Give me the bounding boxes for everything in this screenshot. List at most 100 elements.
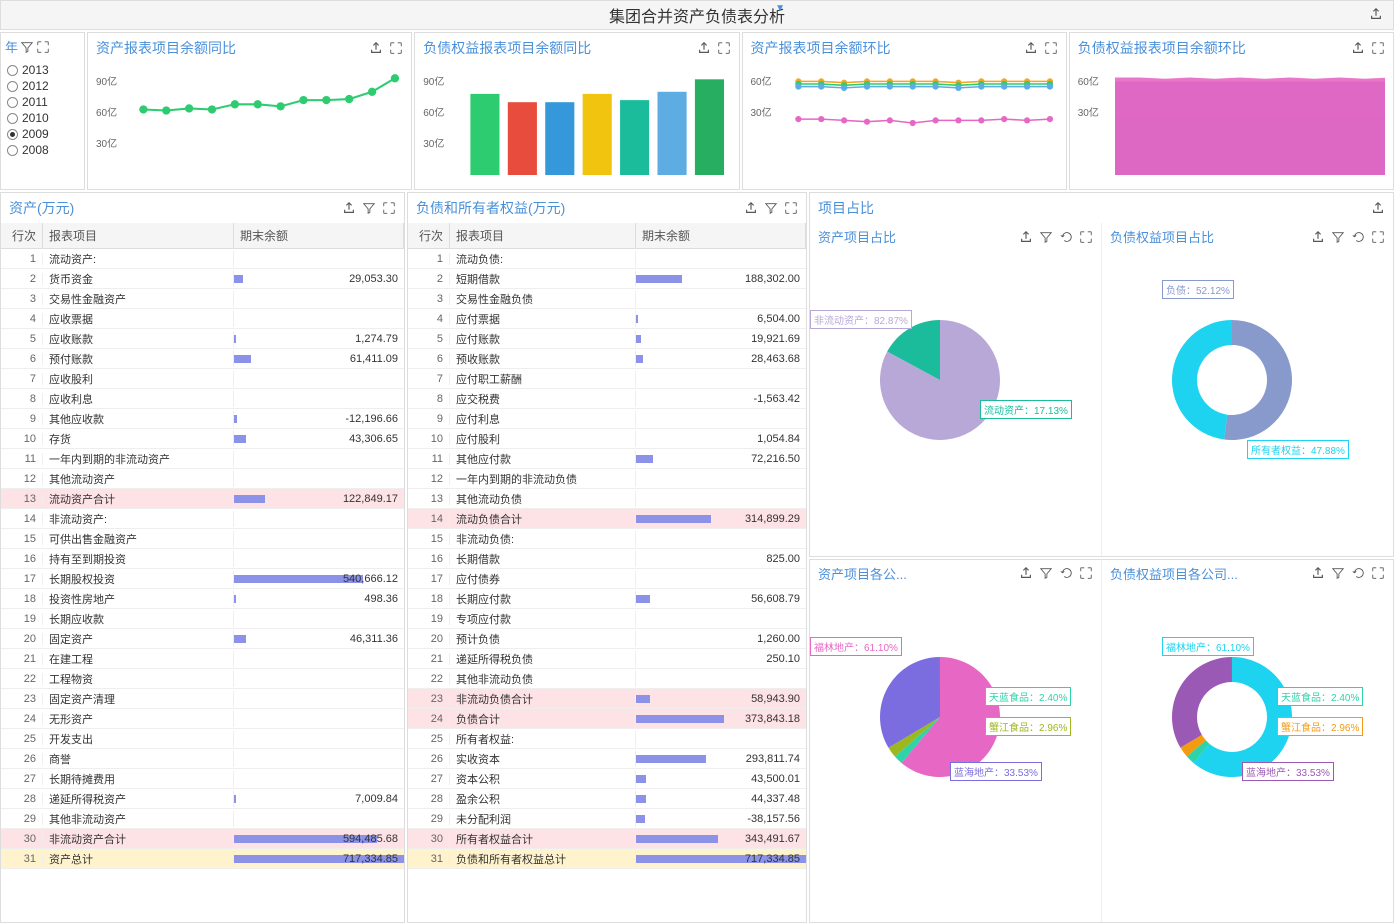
table-row[interactable]: 8 应收利息 xyxy=(1,389,404,409)
export-icon[interactable] xyxy=(744,201,758,215)
year-option[interactable]: 2010 xyxy=(7,110,78,126)
table-row[interactable]: 18 投资性房地产 498.36 xyxy=(1,589,404,609)
table-row[interactable]: 2 短期借款 188,302.00 xyxy=(408,269,806,289)
col-amount[interactable]: 期末余额 xyxy=(234,223,404,248)
expand-icon[interactable] xyxy=(784,201,798,215)
table-row[interactable]: 12 一年内到期的非流动负债 xyxy=(408,469,806,489)
table-row[interactable]: 31 负债和所有者权益总计 717,334.85 xyxy=(408,849,806,869)
export-icon[interactable] xyxy=(1019,230,1033,244)
table-row[interactable]: 25 所有者权益: xyxy=(408,729,806,749)
table-row[interactable]: 30 所有者权益合计 343,491.67 xyxy=(408,829,806,849)
expand-icon[interactable] xyxy=(1371,41,1385,55)
table-row[interactable]: 24 负债合计 373,843.18 xyxy=(408,709,806,729)
table-row[interactable]: 17 长期股权投资 540,666.12 xyxy=(1,569,404,589)
table-row[interactable]: 28 递延所得税资产 7,009.84 xyxy=(1,789,404,809)
filter-icon[interactable] xyxy=(362,201,376,215)
table-row[interactable]: 11 其他应付款 72,216.50 xyxy=(408,449,806,469)
col-amount[interactable]: 期末余额 xyxy=(636,223,806,248)
expand-icon[interactable] xyxy=(717,41,731,55)
radio-icon[interactable] xyxy=(7,145,18,156)
col-row[interactable]: 行次 xyxy=(408,223,450,248)
table-row[interactable]: 24 无形资产 xyxy=(1,709,404,729)
radio-icon[interactable] xyxy=(7,97,18,108)
export-icon[interactable] xyxy=(1311,566,1325,580)
table-row[interactable]: 29 其他非流动资产 xyxy=(1,809,404,829)
table-row[interactable]: 28 盈余公积 44,337.48 xyxy=(408,789,806,809)
col-row[interactable]: 行次 xyxy=(1,223,43,248)
export-icon[interactable] xyxy=(342,201,356,215)
undo-icon[interactable] xyxy=(1351,230,1365,244)
table-row[interactable]: 16 持有至到期投资 xyxy=(1,549,404,569)
table-row[interactable]: 27 资本公积 43,500.01 xyxy=(408,769,806,789)
table-row[interactable]: 8 应交税费 -1,563.42 xyxy=(408,389,806,409)
table-row[interactable]: 10 应付股利 1,054.84 xyxy=(408,429,806,449)
table-row[interactable]: 25 开发支出 xyxy=(1,729,404,749)
filter-icon[interactable] xyxy=(1039,566,1053,580)
table-row[interactable]: 9 应付利息 xyxy=(408,409,806,429)
table-row[interactable]: 23 固定资产清理 xyxy=(1,689,404,709)
filter-icon[interactable] xyxy=(1331,566,1345,580)
table-row[interactable]: 7 应收股利 xyxy=(1,369,404,389)
table-row[interactable]: 17 应付债券 xyxy=(408,569,806,589)
table-row[interactable]: 21 递延所得税负债 250.10 xyxy=(408,649,806,669)
table-row[interactable]: 4 应付票据 6,504.00 xyxy=(408,309,806,329)
table-row[interactable]: 14 非流动资产: xyxy=(1,509,404,529)
export-icon[interactable] xyxy=(1371,201,1385,215)
year-option[interactable]: 2009 xyxy=(7,126,78,142)
table-row[interactable]: 20 预计负债 1,260.00 xyxy=(408,629,806,649)
expand-icon[interactable] xyxy=(1079,566,1093,580)
table-row[interactable]: 2 货币资金 29,053.30 xyxy=(1,269,404,289)
export-icon[interactable] xyxy=(1019,566,1033,580)
year-option[interactable]: 2012 xyxy=(7,78,78,94)
table-row[interactable]: 10 存货 43,306.65 xyxy=(1,429,404,449)
radio-icon[interactable] xyxy=(7,113,18,124)
table-row[interactable]: 30 非流动资产合计 594,485.68 xyxy=(1,829,404,849)
expand-icon[interactable] xyxy=(389,41,403,55)
filter-icon[interactable] xyxy=(1039,230,1053,244)
table-row[interactable]: 13 其他流动负债 xyxy=(408,489,806,509)
table-row[interactable]: 1 流动资产: xyxy=(1,249,404,269)
col-item[interactable]: 报表项目 xyxy=(450,223,636,248)
table-row[interactable]: 15 非流动负债: xyxy=(408,529,806,549)
export-icon[interactable] xyxy=(1024,41,1038,55)
table-row[interactable]: 14 流动负债合计 314,899.29 xyxy=(408,509,806,529)
radio-icon[interactable] xyxy=(7,81,18,92)
expand-icon[interactable] xyxy=(1079,230,1093,244)
filter-icon[interactable] xyxy=(764,201,778,215)
table-row[interactable]: 22 工程物资 xyxy=(1,669,404,689)
table-row[interactable]: 20 固定资产 46,311.36 xyxy=(1,629,404,649)
table-row[interactable]: 1 流动负债: xyxy=(408,249,806,269)
expand-icon[interactable] xyxy=(36,40,50,54)
filter-indicator-icon[interactable]: ▼ xyxy=(775,3,785,14)
table-row[interactable]: 12 其他流动资产 xyxy=(1,469,404,489)
pie-chart[interactable] xyxy=(820,260,1060,500)
table-row[interactable]: 29 未分配利润 -38,157.56 xyxy=(408,809,806,829)
table-row[interactable]: 16 长期借款 825.00 xyxy=(408,549,806,569)
table-row[interactable]: 6 预付账款 61,411.09 xyxy=(1,349,404,369)
undo-icon[interactable] xyxy=(1059,230,1073,244)
table-row[interactable]: 21 在建工程 xyxy=(1,649,404,669)
table-row[interactable]: 13 流动资产合计 122,849.17 xyxy=(1,489,404,509)
filter-icon[interactable] xyxy=(20,40,34,54)
radio-icon[interactable] xyxy=(7,65,18,76)
expand-icon[interactable] xyxy=(1044,41,1058,55)
export-icon[interactable] xyxy=(1351,41,1365,55)
filter-icon[interactable] xyxy=(1331,230,1345,244)
table-row[interactable]: 19 专项应付款 xyxy=(408,609,806,629)
table-row[interactable]: 22 其他非流动负债 xyxy=(408,669,806,689)
expand-icon[interactable] xyxy=(1371,566,1385,580)
table-row[interactable]: 31 资产总计 717,334.85 xyxy=(1,849,404,869)
export-icon[interactable] xyxy=(1311,230,1325,244)
export-icon[interactable] xyxy=(1369,7,1383,21)
export-icon[interactable] xyxy=(369,41,383,55)
table-row[interactable]: 19 长期应收款 xyxy=(1,609,404,629)
table-row[interactable]: 15 可供出售金融资产 xyxy=(1,529,404,549)
table-row[interactable]: 9 其他应收款 -12,196.66 xyxy=(1,409,404,429)
table-row[interactable]: 23 非流动负债合计 58,943.90 xyxy=(408,689,806,709)
table-row[interactable]: 3 交易性金融负债 xyxy=(408,289,806,309)
table-row[interactable]: 26 商誉 xyxy=(1,749,404,769)
table-row[interactable]: 11 一年内到期的非流动资产 xyxy=(1,449,404,469)
table-row[interactable]: 4 应收票据 xyxy=(1,309,404,329)
year-option[interactable]: 2011 xyxy=(7,94,78,110)
radio-icon[interactable] xyxy=(7,129,18,140)
